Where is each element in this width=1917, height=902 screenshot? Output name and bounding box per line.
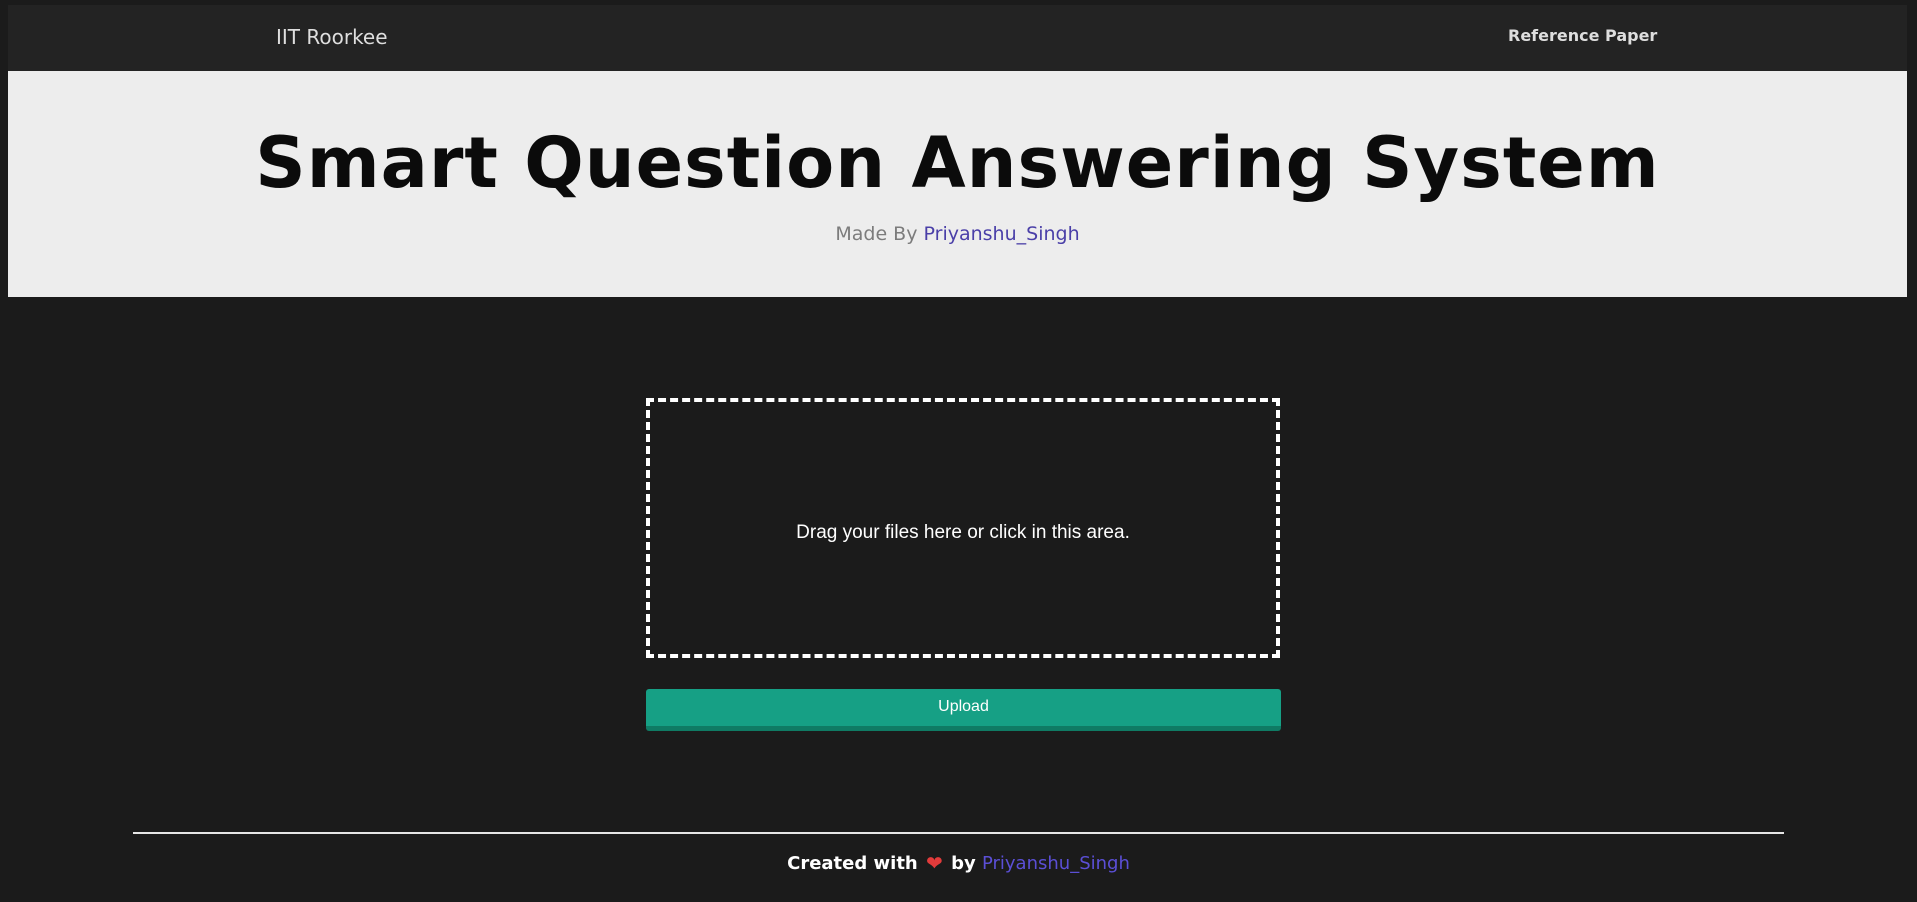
- footer-by: by: [951, 853, 976, 874]
- reference-paper-link[interactable]: Reference Paper: [1508, 26, 1657, 45]
- navbar: IIT Roorkee Reference Paper: [8, 5, 1907, 71]
- footer-divider: [133, 832, 1784, 834]
- author-link[interactable]: Priyanshu_Singh: [924, 223, 1080, 245]
- footer-created-with: Created with: [787, 853, 918, 874]
- heart-icon: ❤: [926, 851, 943, 875]
- footer-author-link[interactable]: Priyanshu_Singh: [982, 853, 1130, 874]
- file-dropzone[interactable]: Drag your files here or click in this ar…: [646, 398, 1280, 658]
- dropzone-text: Drag your files here or click in this ar…: [796, 522, 1130, 543]
- made-by-label: Made By: [835, 223, 918, 245]
- upload-button[interactable]: Upload: [646, 689, 1281, 731]
- page-title: Smart Question Answering System: [255, 122, 1660, 204]
- hero-banner: Smart Question Answering System Made By …: [8, 71, 1907, 297]
- page: IIT Roorkee Reference Paper Smart Questi…: [0, 0, 1917, 902]
- made-by-line: Made By Priyanshu_Singh: [8, 223, 1907, 245]
- footer: Created with ❤ by Priyanshu_Singh: [0, 853, 1917, 874]
- brand-link[interactable]: IIT Roorkee: [276, 25, 388, 49]
